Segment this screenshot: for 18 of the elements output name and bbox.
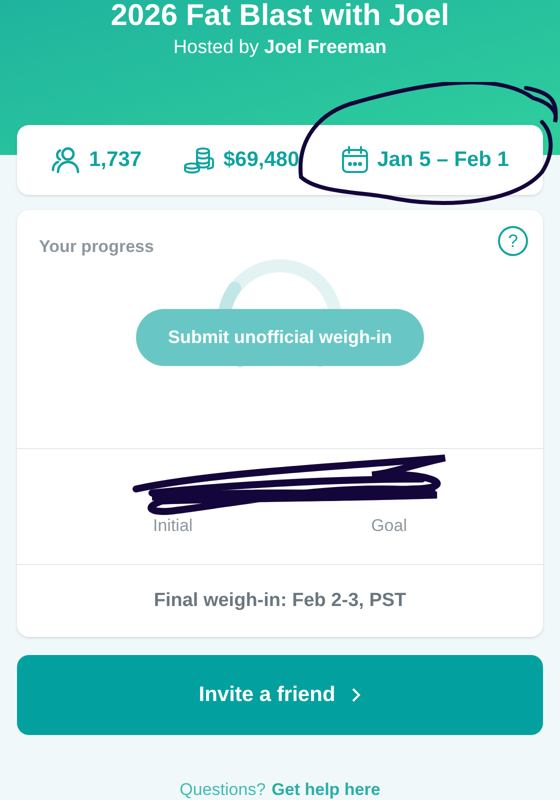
submit-weigh-in-button[interactable]: Submit unofficial weigh-in <box>136 309 424 366</box>
final-weigh-in-text: Final weigh-in: Feb 2-3, PST <box>154 588 406 613</box>
help-button[interactable]: ? <box>498 226 528 256</box>
stat-value: 1,737 <box>89 147 142 174</box>
chevron-right-icon <box>351 687 362 703</box>
people-icon <box>51 146 81 174</box>
coins-icon <box>183 146 216 174</box>
questions-text: Questions? <box>180 779 266 800</box>
calendar-icon <box>341 146 370 174</box>
challenge-title: 2026 Fat Blast with Joel <box>110 0 450 34</box>
host-text: Hosted by Joel Freeman <box>173 36 387 60</box>
stat-value: $69,480 <box>223 147 300 174</box>
weight-label: Goal <box>371 515 407 537</box>
progress-title: Your progress <box>39 236 154 258</box>
stat-value: Jan 5 – Feb 1 <box>377 147 509 174</box>
help-link[interactable]: Get help here <box>272 777 380 800</box>
invite-friend-button[interactable]: Invite a friend <box>17 655 543 735</box>
weight-label: Initial <box>153 515 193 537</box>
